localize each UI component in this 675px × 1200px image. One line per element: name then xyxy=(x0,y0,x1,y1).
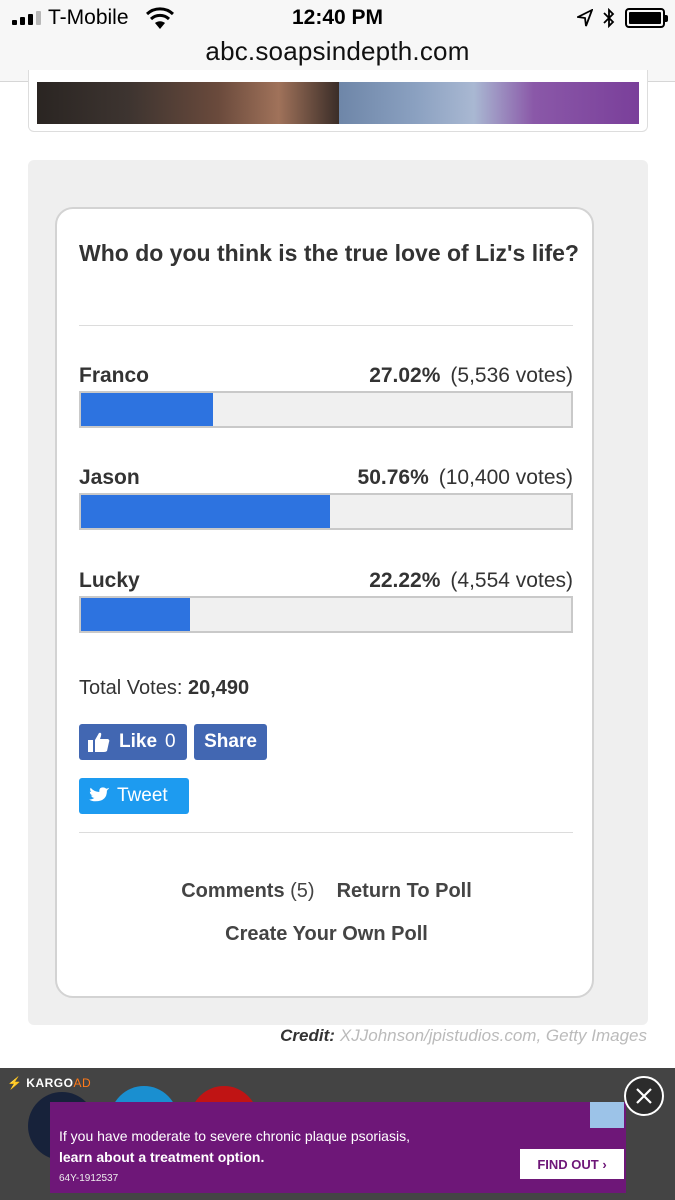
ad-card[interactable]: If you have moderate to severe chronic p… xyxy=(50,1102,626,1193)
comments-count: (5) xyxy=(290,880,315,902)
create-poll-row: Create Your Own Poll xyxy=(57,923,596,946)
ad-code: 64Y-1912537 xyxy=(59,1173,119,1184)
poll-question: Who do you think is the true love of Liz… xyxy=(79,240,579,266)
result-bar-fill xyxy=(81,495,330,528)
divider xyxy=(79,832,573,833)
result-bar-fill xyxy=(81,598,190,631)
option-stats: 22.22% (4,554 votes) xyxy=(369,569,573,593)
twitter-bird-icon xyxy=(89,787,110,802)
article-photo-left xyxy=(37,82,339,124)
article-photo-right xyxy=(339,82,639,124)
thumbs-up-icon xyxy=(88,732,110,752)
bluetooth-icon xyxy=(603,8,615,28)
like-label: Like xyxy=(119,731,158,752)
credit-text: XJJohnson/jpistudios.com, Getty Images xyxy=(339,1026,647,1045)
close-icon xyxy=(636,1088,652,1104)
create-your-own-poll-link[interactable]: Create Your Own Poll xyxy=(225,923,428,945)
result-bar xyxy=(79,596,573,633)
ad-copy: If you have moderate to severe chronic p… xyxy=(59,1126,410,1168)
ad-line-2: learn about a treatment option. xyxy=(59,1149,265,1165)
comments-link[interactable]: Comments (5) xyxy=(181,880,314,902)
credit-label: Credit: xyxy=(280,1026,335,1045)
close-ad-button[interactable] xyxy=(624,1076,664,1116)
option-percent: 27.02% xyxy=(369,364,441,387)
option-label: Jason xyxy=(79,466,140,489)
option-label: Lucky xyxy=(79,569,140,592)
facebook-share-button[interactable]: Share xyxy=(194,724,267,760)
poll-card: Who do you think is the true love of Liz… xyxy=(55,207,594,998)
option-votes: (10,400 votes) xyxy=(438,466,573,489)
location-arrow-icon xyxy=(577,9,593,27)
lightning-icon: ⚡ xyxy=(7,1076,23,1090)
tweet-button[interactable]: Tweet xyxy=(79,778,189,814)
return-to-poll-link[interactable]: Return To Poll xyxy=(337,880,472,902)
result-bar-fill xyxy=(81,393,214,426)
photo-credit: Credit: XJJohnson/jpistudios.com, Getty I… xyxy=(280,1026,647,1046)
option-votes: (4,554 votes) xyxy=(450,569,573,592)
total-votes-value: 20,490 xyxy=(187,677,250,699)
divider xyxy=(79,325,573,326)
option-votes: (5,536 votes) xyxy=(450,364,573,387)
option-label: Franco xyxy=(79,364,150,387)
kargo-ad-badge: ⚡ KARGOAD xyxy=(7,1076,91,1090)
adchoices-icon[interactable] xyxy=(590,1102,624,1128)
option-stats: 50.76% (10,400 votes) xyxy=(358,466,573,490)
tweet-label: Tweet xyxy=(117,785,168,806)
result-bar xyxy=(79,493,573,530)
ad-network-name: KARGO xyxy=(26,1076,74,1090)
ad-line-1: If you have moderate to severe chronic p… xyxy=(59,1128,410,1144)
option-percent: 22.22% xyxy=(369,569,441,592)
option-percent: 50.76% xyxy=(357,466,429,489)
clock: 12:40 PM xyxy=(291,6,384,29)
poll-links-row: Comments (5) Return To Poll xyxy=(57,880,596,903)
like-count: 0 xyxy=(165,731,176,752)
comments-label: Comments xyxy=(181,880,285,902)
url-bar[interactable]: abc.soapsindepth.com xyxy=(0,36,675,67)
article-image-card xyxy=(28,70,648,132)
status-bar: T-Mobile 12:40 PM xyxy=(0,0,675,38)
option-stats: 27.02% (5,536 votes) xyxy=(369,364,573,388)
total-votes-label: Total Votes: xyxy=(79,677,183,699)
facebook-like-button[interactable]: Like 0 xyxy=(79,724,187,760)
ad-network-tag: AD xyxy=(73,1076,92,1090)
battery-icon xyxy=(625,8,668,28)
find-out-button[interactable]: FIND OUT › xyxy=(520,1149,624,1179)
total-votes: Total Votes: 20,490 xyxy=(79,677,249,700)
result-bar xyxy=(79,391,573,428)
